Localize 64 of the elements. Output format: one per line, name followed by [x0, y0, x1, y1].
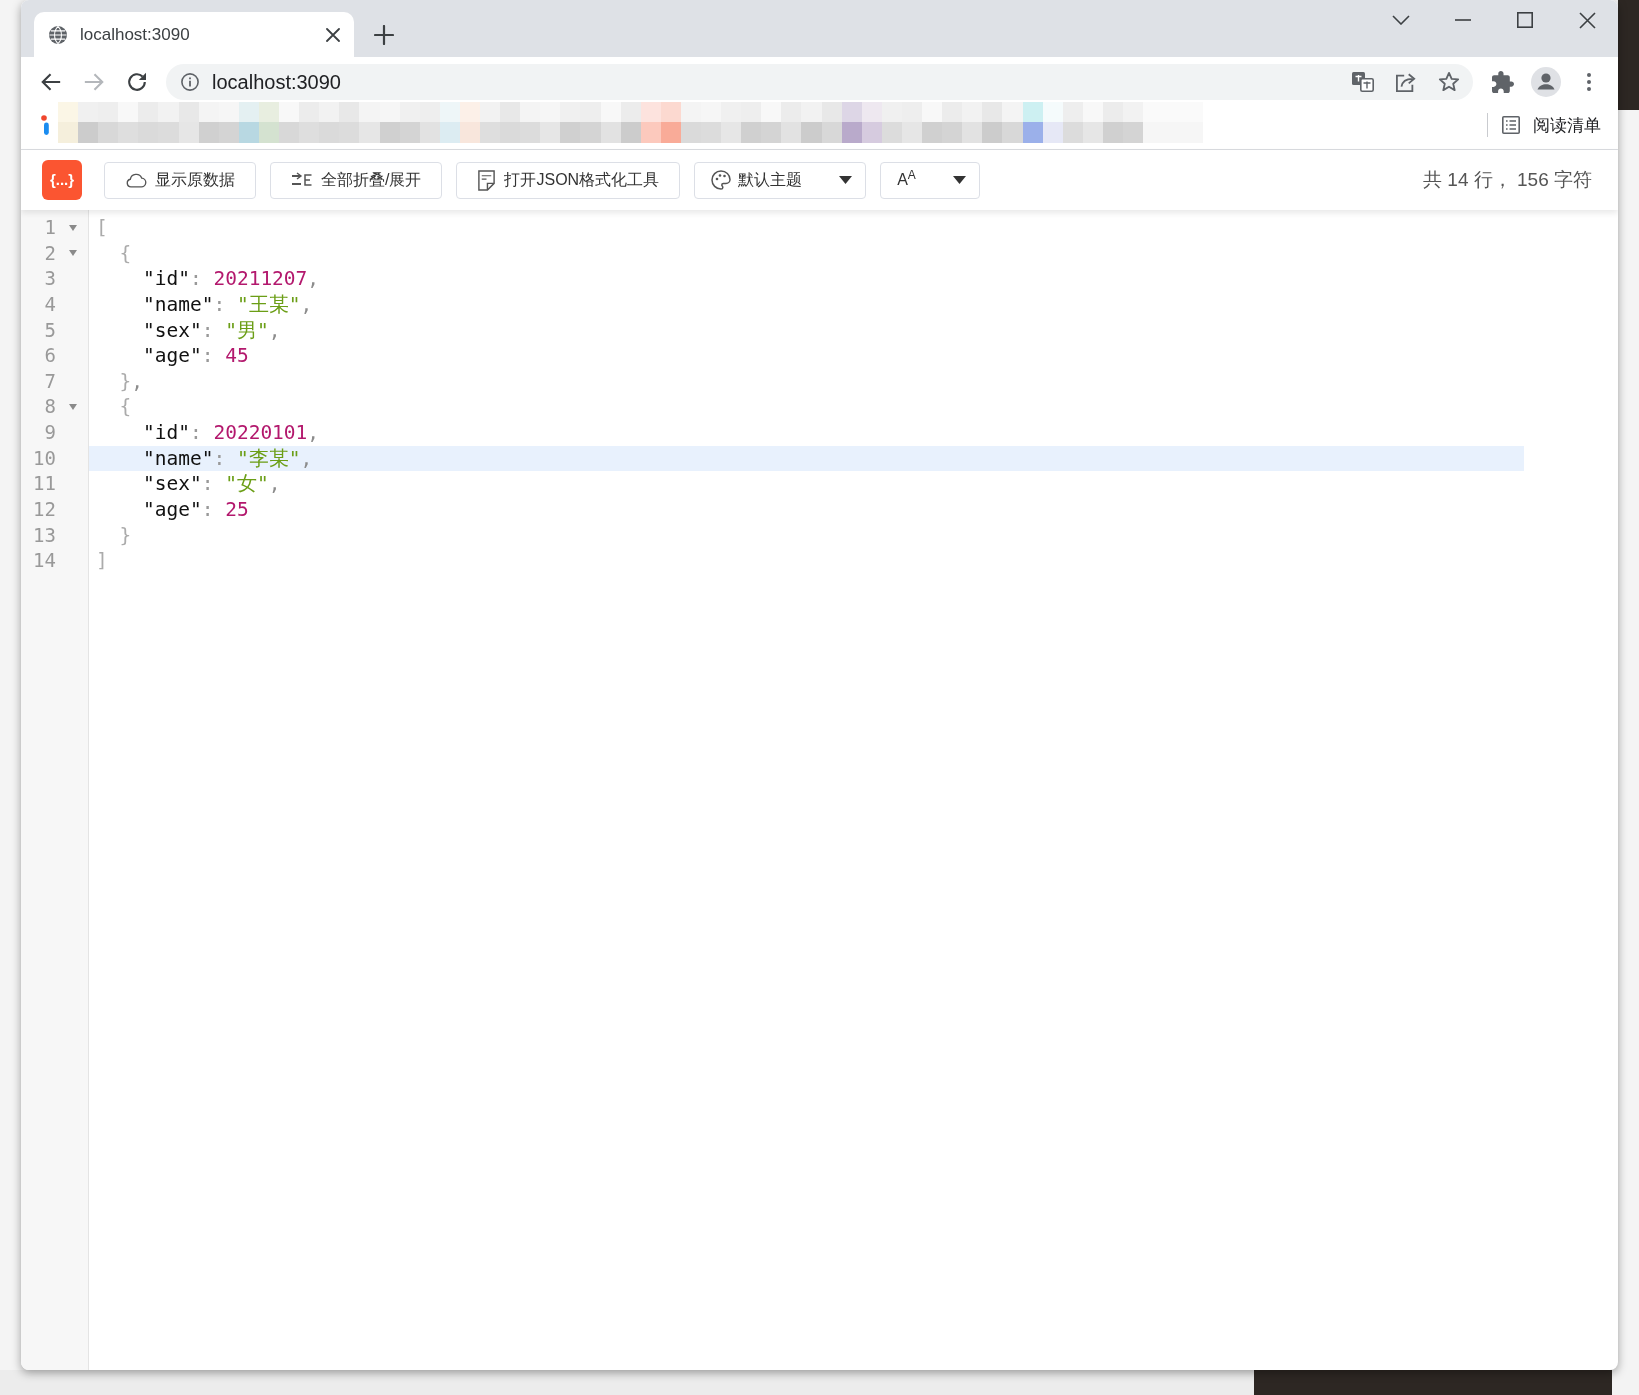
line-number: 13: [32, 522, 56, 548]
code-line: },: [119, 369, 143, 393]
code-line: }: [119, 523, 132, 547]
star-icon[interactable]: [1438, 71, 1460, 93]
code-line: [: [96, 216, 108, 239]
caret-icon: [952, 176, 966, 184]
line-number: 14: [32, 548, 56, 574]
line-number: 4: [43, 291, 56, 317]
cloud-icon: [125, 172, 147, 188]
line-number: 9: [43, 420, 56, 446]
line-number: 11: [32, 471, 56, 497]
line-number: 5: [43, 317, 56, 343]
line-number: 3: [43, 266, 56, 292]
line-number: 2: [43, 240, 56, 266]
line-number: 8: [43, 394, 56, 420]
translate-icon[interactable]: [1352, 72, 1374, 92]
close-icon[interactable]: [326, 27, 340, 42]
code-line: "age": 25: [142, 498, 249, 522]
fold-arrow-icon[interactable]: [69, 404, 77, 411]
puzzle-piece-icon[interactable]: [1492, 71, 1514, 93]
back-arrow-icon[interactable]: [40, 71, 62, 93]
browser-tab[interactable]: localhost:3090: [34, 12, 354, 57]
close-icon[interactable]: [1578, 11, 1596, 29]
line-number: 10: [32, 445, 56, 471]
more-menu-icon[interactable]: [1587, 73, 1591, 91]
line-number: 7: [43, 368, 56, 394]
dropdown-select[interactable]: A$^{A}$: [880, 161, 980, 199]
collapse-lines-icon: [291, 172, 313, 188]
code-line: ]: [96, 549, 108, 573]
document-icon: [477, 169, 497, 191]
new-tab-plus-icon[interactable]: [374, 25, 394, 45]
line-number: 6: [43, 343, 56, 369]
palette-icon: [711, 170, 732, 190]
toolbar-button[interactable]: 显示原数据: [104, 161, 256, 199]
code-line: "name": "李某",: [142, 446, 313, 470]
line-number: 12: [32, 497, 56, 523]
reload-icon[interactable]: [126, 71, 148, 93]
line-count-text: 共 14 行， 156 字符: [1423, 167, 1592, 192]
chevron-down-icon[interactable]: [1392, 15, 1410, 25]
info-icon[interactable]: [181, 73, 199, 91]
toolbar-button[interactable]: 全部折叠/展开: [270, 161, 443, 199]
toolbar-button[interactable]: 打开JSON格式化工具: [456, 161, 681, 199]
caret-icon: [839, 176, 853, 184]
share-icon[interactable]: [1395, 72, 1417, 92]
code-line: "age": 45: [142, 344, 249, 368]
list-icon: [1502, 116, 1520, 134]
globe-icon: [49, 25, 67, 44]
code-line: "id": 20220101,: [142, 421, 320, 445]
address-bar[interactable]: localhost:3090: [166, 64, 1473, 100]
code-line: "name": "王某",: [142, 292, 313, 316]
fold-arrow-icon[interactable]: [69, 250, 77, 257]
code-line: "sex": "男",: [142, 318, 281, 342]
dropdown-select[interactable]: 默认主题: [694, 161, 867, 199]
code-line: "sex": "女",: [142, 472, 281, 496]
reading-list-button[interactable]: 阅读清单: [1502, 112, 1601, 138]
maximize-icon[interactable]: [1517, 12, 1533, 28]
code-line: {: [119, 395, 132, 419]
code-line: {: [119, 241, 132, 265]
code-line: "id": 20211207,: [142, 267, 320, 291]
line-number: 1: [43, 215, 56, 240]
favicon-icon[interactable]: [40, 115, 52, 135]
app-logo: {...}: [42, 160, 82, 200]
fold-arrow-icon[interactable]: [69, 224, 77, 231]
avatar-icon[interactable]: [1531, 67, 1561, 97]
